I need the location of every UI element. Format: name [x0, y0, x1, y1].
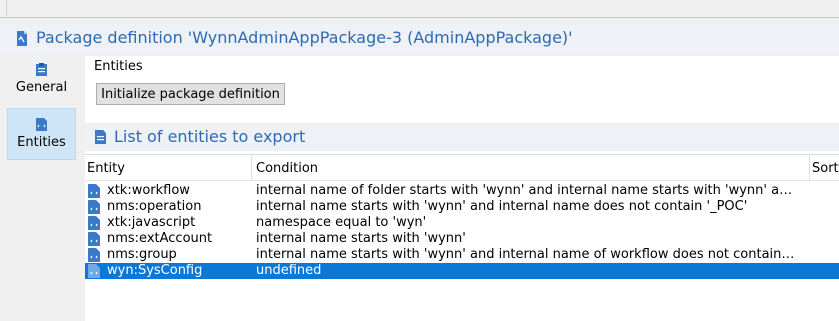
entity-file-icon — [88, 232, 100, 246]
table-row-selected[interactable]: wyn:SysConfig undefined — [85, 263, 839, 279]
toolbar-strip — [6, 0, 839, 16]
column-header-entity[interactable]: Entity — [87, 161, 125, 176]
sidebar: General Entities — [0, 52, 83, 320]
entity-file-icon — [88, 248, 100, 262]
table-header: Entity Condition Sort — [85, 155, 839, 181]
entity-cell: xtk:javascript — [107, 215, 196, 230]
package-icon — [17, 31, 27, 46]
sidebar-item-entities[interactable]: Entities — [7, 108, 76, 160]
page-header: Package definition 'WynnAdminAppPackage-… — [0, 24, 839, 52]
entity-file-icon — [88, 200, 100, 214]
condition-cell: internal name of folder starts with 'wyn… — [256, 183, 796, 198]
entity-cell: xtk:workflow — [107, 183, 190, 198]
initialize-package-definition-button[interactable]: Initialize package definition — [96, 83, 285, 105]
entity-file-icon — [88, 264, 100, 278]
entity-cell: nms:group — [107, 247, 177, 262]
sidebar-item-label: Entities — [17, 135, 66, 150]
entity-cell: wyn:SysConfig — [107, 263, 203, 278]
page-title: Package definition 'WynnAdminAppPackage-… — [36, 28, 573, 47]
list-icon — [95, 130, 106, 144]
entities-table: Entity Condition Sort xtk:workflow inter… — [85, 154, 839, 321]
entities-icon — [36, 118, 47, 131]
main-panel: Entities Initialize package definition L… — [85, 56, 839, 321]
entities-list-header: List of entities to export — [85, 123, 839, 151]
column-header-sort[interactable]: Sort — [812, 161, 839, 176]
table-row[interactable]: nms:group internal name starts with 'wyn… — [85, 247, 839, 263]
table-row[interactable]: xtk:workflow internal name of folder sta… — [85, 183, 839, 199]
condition-cell: namespace equal to 'wyn' — [256, 215, 427, 230]
general-icon — [36, 63, 47, 76]
entity-cell: nms:operation — [107, 199, 202, 214]
condition-cell: internal name starts with 'wynn' and int… — [256, 199, 748, 214]
table-row[interactable]: nms:extAccount internal name starts with… — [85, 231, 839, 247]
column-header-condition[interactable]: Condition — [256, 161, 318, 176]
table-row[interactable]: nms:operation internal name starts with … — [85, 199, 839, 215]
column-divider[interactable] — [251, 155, 252, 180]
condition-cell: internal name starts with 'wynn' — [256, 231, 466, 246]
top-toolbar — [0, 0, 839, 18]
condition-cell: undefined — [256, 263, 322, 278]
column-divider[interactable] — [809, 155, 810, 180]
section-title: List of entities to export — [114, 127, 306, 146]
entities-group-label: Entities — [94, 59, 143, 74]
condition-cell: internal name starts with 'wynn' and int… — [256, 247, 796, 262]
sidebar-item-label: General — [15, 80, 68, 95]
table-row[interactable]: xtk:javascript namespace equal to 'wyn' — [85, 215, 839, 231]
entity-file-icon — [88, 216, 100, 230]
entity-file-icon — [88, 184, 100, 198]
sidebar-item-general[interactable]: General — [7, 54, 76, 106]
entity-cell: nms:extAccount — [107, 231, 213, 246]
